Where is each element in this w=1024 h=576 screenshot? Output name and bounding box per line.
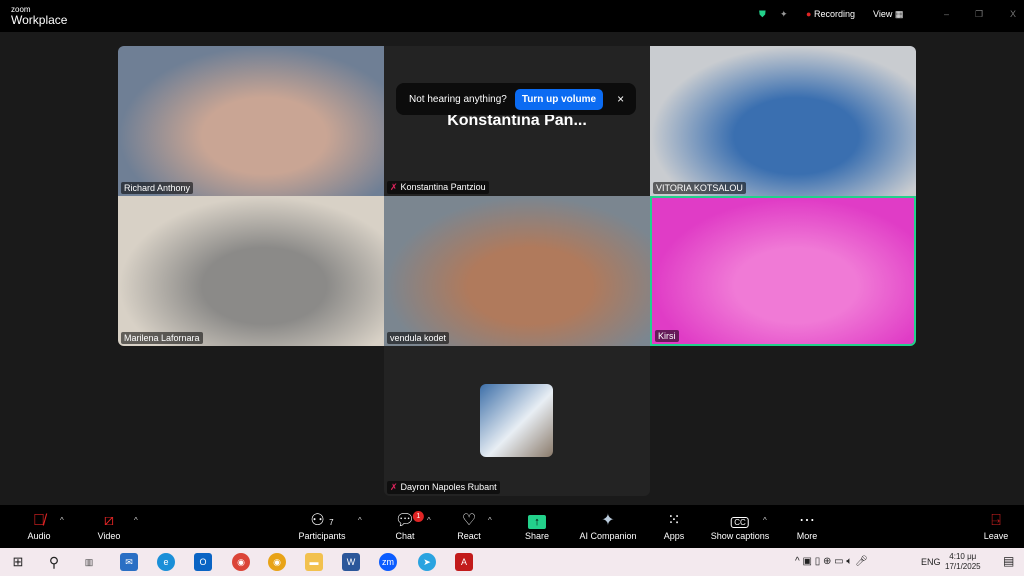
video-feed <box>652 198 914 344</box>
file-explorer-icon[interactable]: ▬ <box>305 553 323 571</box>
close-button[interactable]: X <box>1010 9 1016 19</box>
share-icon: ↑ <box>528 515 546 529</box>
sparkle-icon: ✦ <box>601 512 615 529</box>
audio-button[interactable]: 🎙̸ Audio <box>27 511 50 541</box>
mic-muted-icon: ✗ <box>390 182 398 192</box>
title-bar: zoom Workplace ⛊ ✦ ● Recording View ▦ – ❐… <box>0 0 1024 32</box>
ai-companion-button[interactable]: ✦ AI Companion <box>579 511 636 541</box>
language-indicator[interactable]: ENG <box>921 557 941 567</box>
chrome-profile-icon[interactable]: ◉ <box>232 553 250 571</box>
share-button[interactable]: ↑ Share <box>525 511 549 541</box>
video-button[interactable]: ⧄ Video <box>98 511 121 541</box>
recording-indicator[interactable]: ● Recording <box>806 9 855 19</box>
captions-options-caret[interactable]: ^ <box>763 516 767 525</box>
chat-options-caret[interactable]: ^ <box>427 516 431 525</box>
participant-tile-active-speaker[interactable]: Kirsi <box>650 196 916 346</box>
task-view-icon[interactable]: ▥ <box>80 553 98 571</box>
participants-button[interactable]: ⚇ 7 Participants <box>298 511 345 541</box>
avatar <box>480 384 553 457</box>
video-off-icon: ⧄ <box>103 512 115 529</box>
notifications-icon[interactable]: ▤ <box>1003 554 1014 568</box>
audio-notice: Not hearing anything? Turn up volume × <box>396 83 636 115</box>
mail-icon[interactable]: ✉ <box>120 553 138 571</box>
chat-badge: 1 <box>412 511 424 522</box>
participant-tile[interactable]: Konstantina Pan... ✗ Konstantina Pantziou <box>384 46 650 196</box>
sparkle-icon[interactable]: ✦ <box>780 9 788 20</box>
leave-button[interactable]: ⍈ Leave <box>984 511 1009 541</box>
search-icon[interactable]: ⚲ <box>45 553 63 571</box>
video-feed <box>118 196 384 346</box>
meeting-toolbar: 🎙̸ Audio ^ ⧄ Video ^ ⚇ 7 Participants ^ 💬︎ 1… <box>0 505 1024 548</box>
participant-tile[interactable]: Marilena Lafornara <box>118 196 384 346</box>
video-options-caret[interactable]: ^ <box>134 516 138 525</box>
video-feed <box>650 46 916 196</box>
heart-icon: ♡ <box>461 512 477 529</box>
participant-tile[interactable]: vendula kodet <box>384 196 650 346</box>
audio-options-caret[interactable]: ^ <box>60 516 64 525</box>
view-button[interactable]: View ▦ <box>873 9 903 20</box>
chat-button[interactable]: 💬︎ 1 Chat <box>395 511 424 541</box>
participant-tile[interactable]: ✗ Dayron Napoles Rubant <box>384 346 650 496</box>
system-tray-icons[interactable]: ^ ▣ ▯ ⊕ ▭ 🔈︎ 🎤︎ <box>795 556 868 567</box>
zoom-app-icon[interactable]: zm <box>379 553 397 571</box>
chrome-icon[interactable]: ◉ <box>268 553 286 571</box>
acrobat-icon[interactable]: A <box>455 553 473 571</box>
mic-muted-icon: ✗ <box>390 482 398 492</box>
participants-icon: ⚇ <box>310 512 325 529</box>
video-gallery: Richard Anthony Konstantina Pan... ✗ Kons… <box>0 32 1024 505</box>
participant-tile[interactable]: VITORIA KOTSALOU <box>650 46 916 196</box>
zoom-logo: zoom Workplace <box>11 5 68 27</box>
leave-icon: ⍈ <box>991 512 1001 529</box>
restore-button[interactable]: ❐ <box>975 9 983 20</box>
windows-taskbar: ⊞ ⚲ ▥ ✉ e O ◉ ◉ ▬ W zm ➤ A ^ ▣ ▯ ⊕ ▭ 🔈︎ … <box>0 548 1024 576</box>
captions-button[interactable]: CC Show captions <box>711 511 769 541</box>
start-icon[interactable]: ⊞ <box>9 553 27 571</box>
edge-icon[interactable]: e <box>157 553 175 571</box>
react-options-caret[interactable]: ^ <box>488 516 492 525</box>
participant-tile[interactable]: Richard Anthony <box>118 46 384 196</box>
apps-icon: ⁙ <box>667 512 681 529</box>
clock[interactable]: 4:10 μμ 17/1/2025 <box>945 552 981 572</box>
minimize-button[interactable]: – <box>944 9 949 19</box>
outlook-icon[interactable]: O <box>194 553 212 571</box>
video-feed <box>118 46 384 196</box>
apps-button[interactable]: ⁙ Apps <box>664 511 685 541</box>
telegram-icon[interactable]: ➤ <box>418 553 436 571</box>
mic-off-icon: 🎙̸ <box>33 512 45 529</box>
chat-icon: 💬︎ 1 <box>395 511 424 531</box>
cc-icon: CC <box>731 517 749 528</box>
word-icon[interactable]: W <box>342 553 360 571</box>
close-notice-button[interactable]: × <box>617 92 624 106</box>
shield-icon[interactable]: ⛊ <box>759 9 766 20</box>
video-feed <box>384 196 650 346</box>
more-icon: ⋯ <box>798 512 815 529</box>
react-button[interactable]: ♡ React <box>457 511 481 541</box>
turn-up-volume-button[interactable]: Turn up volume <box>514 88 604 110</box>
participants-options-caret[interactable]: ^ <box>358 516 362 525</box>
more-button[interactable]: ⋯ More <box>797 511 818 541</box>
